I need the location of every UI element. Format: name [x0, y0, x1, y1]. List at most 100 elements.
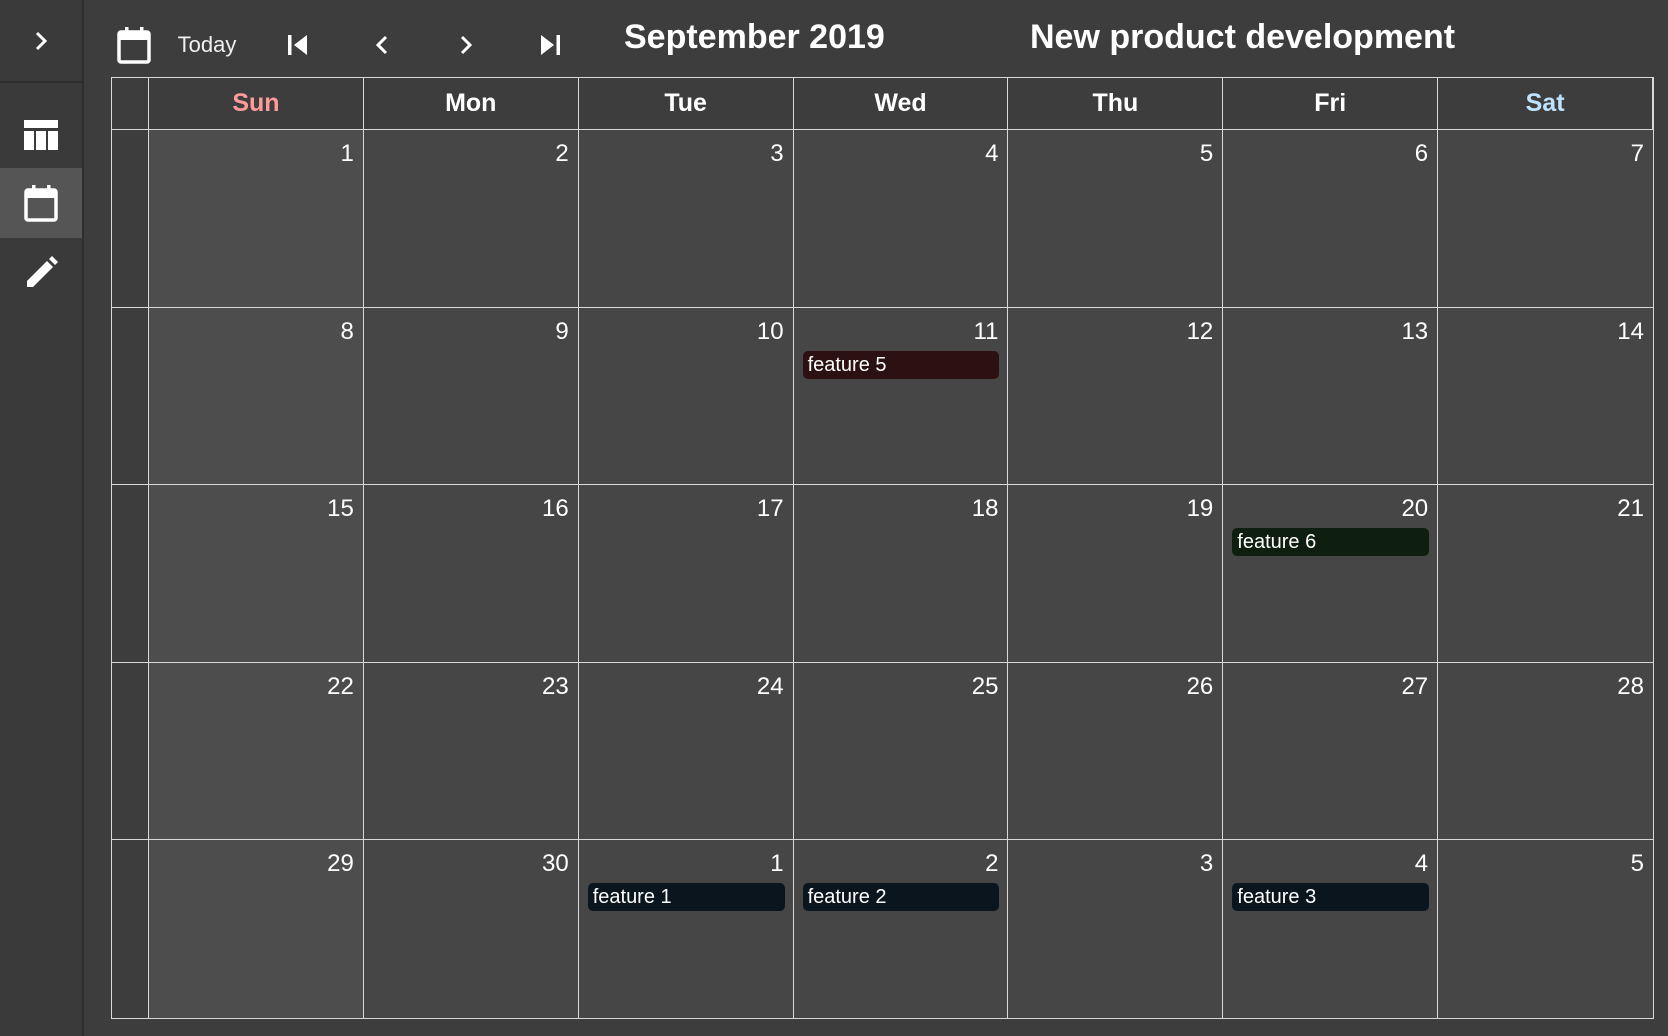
weekday-header-tue: Tue [578, 78, 794, 130]
expand-sidebar-button[interactable] [0, 5, 82, 77]
day-number: 11 [973, 317, 999, 345]
day-number: 3 [770, 140, 784, 167]
event-feature-2[interactable]: feature 2 [802, 883, 1000, 912]
day-number: 21 [1617, 495, 1644, 523]
sidebar-item-calendar[interactable] [0, 168, 82, 238]
event-feature-1[interactable]: feature 1 [587, 883, 785, 912]
last-page-button[interactable] [528, 14, 572, 76]
day-cell[interactable]: 20 feature 6 [1223, 485, 1439, 663]
day-number: 7 [1630, 140, 1644, 167]
day-number: 30 [542, 850, 569, 878]
day-number: 3 [1199, 850, 1214, 878]
day-number: 20 [1401, 495, 1429, 523]
day-cell[interactable]: 19 [1008, 485, 1224, 663]
day-number: 14 [1617, 317, 1644, 345]
day-cell[interactable]: 3 [1008, 840, 1224, 1018]
sidebar [0, 0, 84, 1036]
header-corner [112, 78, 149, 130]
day-number: 9 [555, 317, 569, 345]
day-cell[interactable]: 22 [149, 662, 364, 841]
day-cell[interactable]: 13 [1223, 307, 1439, 486]
day-number: 16 [542, 495, 569, 523]
day-cell[interactable]: 10 [578, 307, 794, 486]
day-number: 29 [327, 850, 354, 878]
day-cell[interactable]: 28 [1438, 662, 1653, 841]
previous-month-button[interactable] [360, 14, 404, 76]
event-feature-3[interactable]: feature 3 [1232, 883, 1430, 912]
month-title: September 2019 [624, 18, 885, 56]
day-number: 5 [1199, 140, 1214, 167]
day-cell[interactable]: 16 [363, 485, 579, 663]
day-cell[interactable]: 14 [1438, 307, 1653, 486]
week-number-cell [112, 662, 149, 841]
day-number: 15 [327, 495, 354, 523]
day-cell[interactable]: 4 feature 3 [1223, 840, 1439, 1018]
day-number: 2 [985, 850, 999, 878]
day-cell[interactable]: 30 [363, 840, 579, 1018]
event-feature-6[interactable]: feature 6 [1232, 528, 1430, 557]
day-number: 27 [1401, 672, 1429, 700]
day-cell[interactable]: 17 [578, 485, 794, 663]
day-cell[interactable]: 5 [1008, 130, 1224, 308]
day-cell[interactable]: 12 [1008, 307, 1224, 486]
day-cell[interactable]: 1 feature 1 [578, 840, 794, 1018]
skip-next-icon [541, 35, 560, 55]
day-number: 18 [971, 495, 999, 523]
day-number: 19 [1186, 495, 1214, 523]
skip-previous-icon [288, 35, 307, 55]
sidebar-item-table[interactable] [0, 100, 82, 170]
date-picker-button[interactable] [112, 14, 156, 76]
day-number: 1 [770, 850, 784, 878]
day-cell[interactable]: 3 [578, 130, 794, 308]
day-number: 10 [756, 317, 784, 345]
day-number: 1 [340, 140, 354, 167]
day-cell[interactable]: 27 [1223, 662, 1439, 841]
day-number: 4 [1414, 850, 1429, 878]
day-cell[interactable]: 18 [793, 485, 1009, 663]
day-cell[interactable]: 23 [363, 662, 579, 841]
day-cell[interactable]: 21 [1438, 485, 1653, 663]
day-number: 17 [756, 495, 784, 523]
day-cell[interactable]: 2 [363, 130, 579, 308]
weekday-header-fri: Fri [1223, 78, 1439, 130]
pencil-icon [27, 256, 58, 287]
day-cell[interactable]: 24 [578, 662, 794, 841]
calendar-toolbar: Today September 2019 New product develop… [84, 0, 1668, 78]
chevron-right-icon [460, 35, 473, 55]
day-number: 4 [985, 140, 999, 167]
next-month-button[interactable] [444, 14, 488, 76]
day-cell[interactable]: 1 [149, 130, 364, 308]
day-cell[interactable]: 4 [793, 130, 1009, 308]
day-number: 6 [1414, 140, 1429, 167]
day-number: 2 [555, 140, 569, 167]
event-feature-5[interactable]: feature 5 [802, 350, 1000, 379]
day-number: 8 [340, 317, 354, 345]
day-cell[interactable]: 26 [1008, 662, 1224, 841]
day-number: 25 [971, 672, 999, 700]
first-page-button[interactable] [276, 14, 320, 76]
day-cell[interactable]: 6 [1223, 130, 1439, 308]
day-cell[interactable]: 29 [149, 840, 364, 1018]
day-number: 23 [542, 672, 569, 700]
day-cell[interactable]: 9 [363, 307, 579, 486]
day-cell[interactable]: 8 [149, 307, 364, 486]
day-cell[interactable]: 5 [1438, 840, 1653, 1018]
day-cell[interactable]: 11 feature 5 [793, 307, 1009, 486]
weekday-header-mon: Mon [363, 78, 579, 130]
week-number-cell [112, 485, 149, 663]
day-cell[interactable]: 15 [149, 485, 364, 663]
app-root: Today September 2019 New product develop… [0, 0, 1668, 1036]
today-button[interactable]: Today [172, 14, 242, 76]
week-number-cell [112, 307, 149, 486]
day-number: 12 [1186, 317, 1214, 345]
day-cell[interactable]: 7 [1438, 130, 1653, 308]
day-cell[interactable]: 2 feature 2 [793, 840, 1009, 1018]
project-title: New product development [1030, 18, 1456, 56]
day-cell[interactable]: 25 [793, 662, 1009, 841]
sidebar-item-edit[interactable] [0, 238, 82, 308]
chevron-right-icon [35, 31, 48, 51]
week-number-cell [112, 840, 149, 1018]
day-number: 28 [1617, 672, 1644, 700]
day-number: 26 [1186, 672, 1214, 700]
calendar-icon [117, 27, 151, 64]
